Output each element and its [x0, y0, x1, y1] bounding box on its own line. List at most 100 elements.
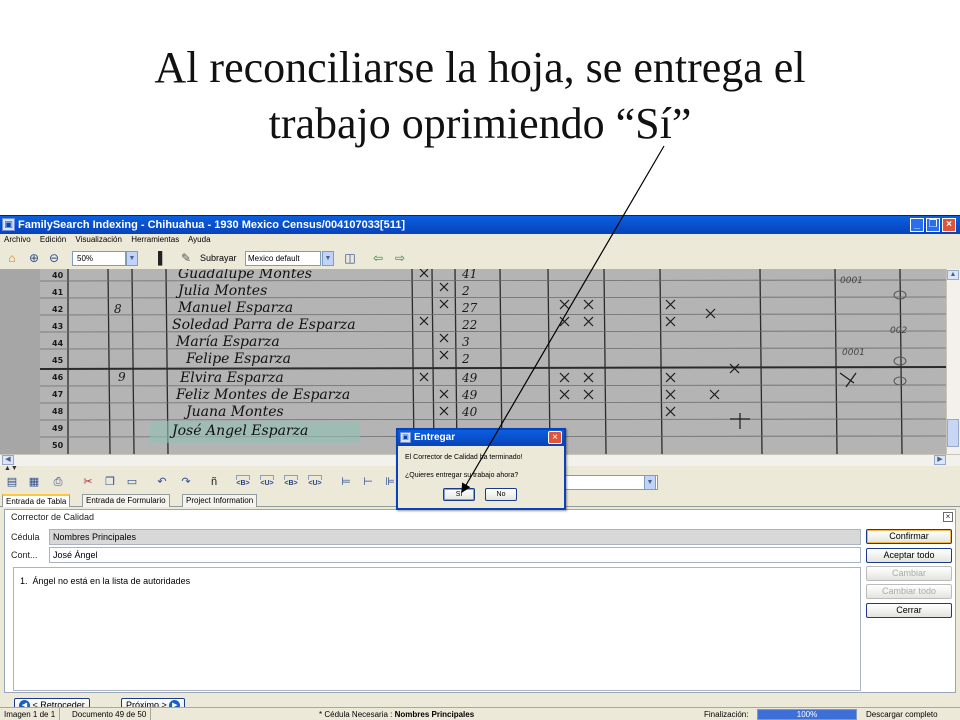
menu-archivo[interactable]: Archivo [4, 235, 31, 244]
previous-image-icon[interactable]: ⇦ [370, 250, 386, 266]
print-icon[interactable]: ⎙ [50, 474, 66, 490]
underline-field-format-button[interactable]: <U> [306, 475, 324, 490]
menu-edicion[interactable]: Edición [40, 235, 66, 244]
field-help-dropdown-icon[interactable]: ▼ [644, 475, 656, 490]
delete-row-icon[interactable]: ⊢ [360, 474, 376, 490]
highlight-dropdown-icon[interactable]: ▼ [322, 251, 334, 266]
bold-field-format-button[interactable]: <B> [282, 475, 300, 490]
home-icon[interactable]: ⌂ [4, 250, 20, 266]
scroll-thumb[interactable] [947, 419, 959, 447]
zoom-out-icon[interactable]: ⊖ [46, 250, 62, 266]
dialog-titlebar[interactable]: ▣ Entregar [398, 430, 564, 446]
close-icon[interactable]: × [943, 512, 953, 522]
highlight-label: Subrayar [200, 253, 237, 263]
row-number: 45 [52, 356, 64, 365]
row-number: 41 [52, 288, 64, 297]
list-item[interactable]: 1. Ángel no está en la lista de autorida… [20, 576, 854, 586]
image-counter: Imagen 1 de 1 [0, 708, 61, 720]
confirm-button[interactable]: Confirmar [866, 529, 952, 544]
row-number: 48 [52, 407, 64, 416]
tab-table-entry[interactable]: Entrada de Tabla [2, 494, 71, 507]
cut-icon[interactable]: ✂ [80, 474, 96, 490]
save-icon[interactable]: ▤ [4, 474, 20, 490]
handwritten-name: María Esparza [175, 334, 280, 350]
submit-dialog: ▣ Entregar × El Corrector de Calidad ha … [396, 428, 566, 510]
handwritten-name: Felipe Esparza [185, 351, 291, 367]
window-titlebar[interactable]: ▣ FamilySearch Indexing - Chihuahua - 19… [0, 216, 960, 234]
insert-row-icon[interactable]: ⊨ [338, 474, 354, 490]
undo-icon[interactable]: ↶ [154, 474, 170, 490]
row-number: 43 [52, 322, 63, 331]
yes-button[interactable]: Sí [443, 488, 475, 501]
restore-button[interactable]: ❐ [926, 218, 940, 232]
no-button[interactable]: No [485, 488, 517, 501]
census-image[interactable]: 40 41 42 43 44 45 46 47 48 49 50 Guadalu… [0, 269, 946, 454]
zoom-input[interactable]: 50% [72, 251, 126, 266]
census-image-drawing: 40 41 42 43 44 45 46 47 48 49 50 Guadalu… [0, 269, 946, 454]
row-number: 50 [52, 441, 64, 450]
accept-all-button[interactable]: Aceptar todo [866, 548, 952, 563]
svg-text:49: 49 [461, 388, 478, 402]
window-title: FamilySearch Indexing - Chihuahua - 1930… [18, 219, 405, 231]
progress-text: 100% [796, 710, 818, 719]
required-field-status: * Cédula Necesaria : Nombres Principales [319, 710, 475, 719]
slide: Al reconciliarse la hoja, se entrega el … [0, 0, 960, 720]
svg-text:002: 002 [890, 326, 907, 336]
bold-format-button[interactable]: <B> [234, 475, 252, 490]
issues-list: 1. Ángel no está en la lista de autorida… [13, 567, 861, 691]
menu-visualizacion[interactable]: Visualización [75, 235, 122, 244]
change-button: Cambiar [866, 566, 952, 581]
rotate-image-icon[interactable]: ▐ [150, 250, 166, 266]
tilde-icon[interactable]: ñ [206, 474, 222, 490]
handwritten-name: Manuel Esparza [177, 300, 293, 316]
dialog-app-icon: ▣ [400, 432, 411, 443]
redo-icon[interactable]: ↷ [178, 474, 194, 490]
split-view-icon[interactable]: ◫ [342, 250, 358, 266]
row-number: 46 [52, 373, 64, 382]
svg-text:0001: 0001 [842, 348, 865, 358]
svg-text:49: 49 [461, 371, 478, 385]
paste-icon[interactable]: ▭ [124, 474, 140, 490]
dialog-message-line2: ¿Quieres entregar su trabajo ahora? [405, 472, 519, 479]
highlight-pen-icon[interactable]: ✎ [178, 250, 194, 266]
image-vertical-scrollbar[interactable]: ▲ [946, 269, 960, 454]
minimize-button[interactable]: _ [910, 218, 924, 232]
zoom-dropdown-icon[interactable]: ▼ [126, 251, 138, 266]
completion-progress-bar: 100% [757, 709, 857, 720]
handwritten-name: Julia Montes [175, 283, 267, 299]
next-image-icon[interactable]: ⇨ [392, 250, 408, 266]
svg-text:9: 9 [118, 370, 126, 384]
tab-form-entry[interactable]: Entrada de Formulario [82, 494, 170, 507]
close-quality-checker-button[interactable]: Cerrar [866, 603, 952, 618]
row-number: 47 [52, 390, 63, 399]
svg-text:41: 41 [461, 269, 477, 281]
underline-format-button[interactable]: <U> [258, 475, 276, 490]
close-button[interactable]: × [942, 218, 956, 232]
image-toolbar: ⌂ ⊕ ⊖ 50% ▼ ▐ ✎ Subrayar Mexico default … [0, 247, 960, 269]
quality-checker-panel: Corrector de Calidad × Cédula Nombres Pr… [4, 509, 956, 693]
slide-title: Al reconciliarse la hoja, se entrega el … [0, 40, 960, 152]
highlight-select[interactable]: Mexico default [245, 251, 321, 266]
svg-text:2: 2 [461, 284, 470, 298]
zoom-in-icon[interactable]: ⊕ [26, 250, 42, 266]
scroll-left-icon[interactable]: ◀ [2, 455, 14, 465]
scroll-up-icon[interactable]: ▲ [947, 270, 959, 280]
scroll-right-icon[interactable]: ▶ [934, 455, 946, 465]
handwritten-name: Feliz Montes de Esparza [175, 387, 350, 403]
menubar: Archivo Edición Visualización Herramient… [0, 234, 960, 246]
dialog-title: Entregar [414, 432, 456, 443]
menu-ayuda[interactable]: Ayuda [188, 235, 211, 244]
svg-text:8: 8 [114, 302, 122, 316]
content-field[interactable]: José Ángel [49, 547, 861, 563]
svg-text:2: 2 [461, 352, 470, 366]
menu-herramientas[interactable]: Herramientas [131, 235, 179, 244]
save-all-icon[interactable]: ▦ [26, 474, 42, 490]
dialog-close-button[interactable]: × [548, 431, 562, 444]
row-number: 44 [52, 339, 64, 348]
tab-project-information[interactable]: Project Information [182, 494, 258, 507]
cell-label: Cédula [11, 532, 40, 542]
row-number: 49 [52, 424, 64, 433]
change-all-button: Cambiar todo [866, 584, 952, 599]
copy-icon[interactable]: ❐ [102, 474, 118, 490]
svg-text:40: 40 [461, 405, 478, 419]
